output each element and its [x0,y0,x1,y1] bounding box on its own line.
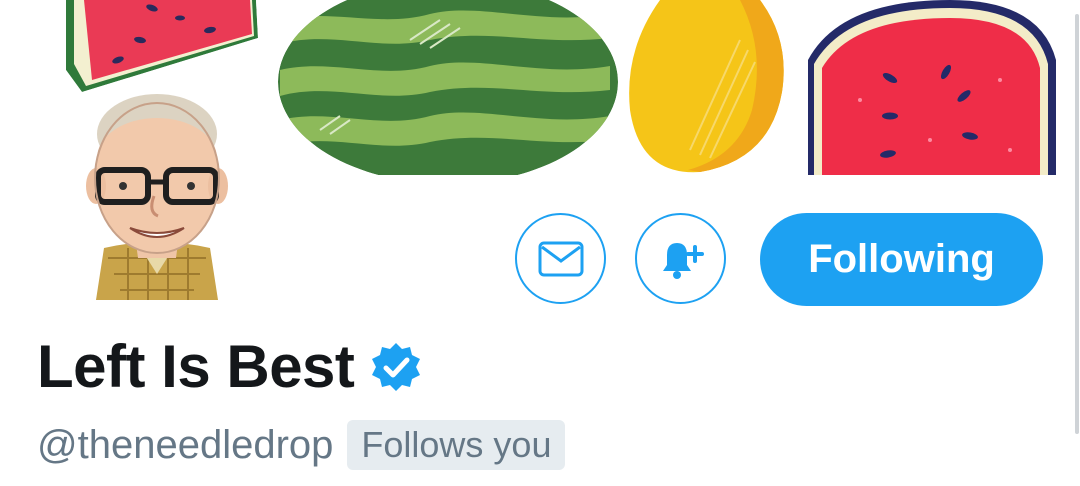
verified-badge-icon [372,342,421,391]
envelope-icon [538,241,583,276]
follows-you-badge: Follows you [347,420,566,470]
following-button[interactable]: Following [760,213,1043,306]
display-name: Left Is Best [37,333,355,400]
profile-handle: @theneedledrop [37,422,334,467]
profile-handle-row: @theneedledrop Follows you [37,420,566,470]
profile-name-row: Left Is Best [37,332,422,401]
bell-plus-icon [662,242,704,279]
notifications-button[interactable] [635,213,726,304]
avatar-image [86,94,228,300]
message-button[interactable] [515,213,606,304]
scrollbar[interactable] [1072,0,1080,486]
scrollbar-thumb[interactable] [1075,14,1079,434]
profile-avatar[interactable] [68,78,246,310]
